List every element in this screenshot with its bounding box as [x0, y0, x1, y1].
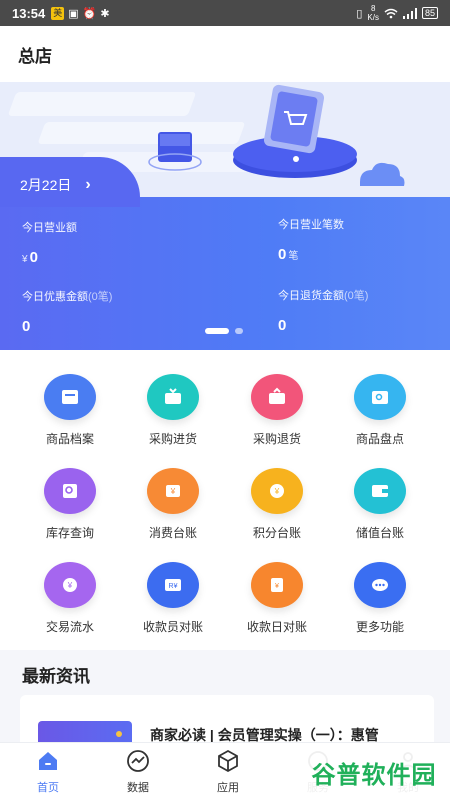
data-chart-icon	[127, 750, 149, 772]
watermark-text: 谷普软件园	[311, 761, 437, 789]
svg-text:¥: ¥	[275, 583, 279, 590]
menu-item-label: 消费台账	[148, 526, 197, 540]
date-label: 2月22日	[20, 177, 72, 193]
carousel-indicator	[205, 328, 243, 334]
consumption-ledger-icon: ¥	[147, 468, 199, 514]
apps-icon	[218, 749, 238, 773]
product-file-icon	[44, 374, 96, 420]
tab-home-label: 首页	[37, 782, 59, 794]
menu-item-label: 商品盘点	[355, 432, 404, 446]
menu-item[interactable]: ¥ 交易流水	[15, 562, 125, 635]
vibrate-icon: ▯	[356, 7, 363, 20]
menu-item-label: 库存查询	[45, 526, 94, 540]
stock-query-icon	[44, 468, 96, 514]
menu-item-label: 采购进货	[148, 432, 197, 446]
menu-item-label: 储值台账	[355, 526, 404, 540]
stat-revenue[interactable]: 今日营业额 ¥ 0	[22, 219, 77, 266]
battery-icon: 85	[421, 7, 438, 19]
top-bar: 总店	[0, 26, 450, 82]
stat-orders-unit: 笔	[288, 251, 299, 262]
banner[interactable]: 2月22日 › 今日营业额 ¥ 0 今日营业笔数 0 笔 今日优惠金额(0笔) …	[0, 82, 450, 350]
menu-item-label: 更多功能	[355, 620, 404, 634]
svg-text:¥: ¥	[274, 487, 280, 496]
stat-refund-value: 0	[278, 317, 287, 334]
alarm-icon: ⏰	[82, 7, 97, 20]
menu-item-label: 商品档案	[45, 432, 94, 446]
menu-item[interactable]: ¥ 收款日对账	[222, 562, 332, 635]
menu-item[interactable]: 采购进货	[118, 374, 228, 447]
status-bar: 13:54 美 ▣ ⏰ ✱ ▯ 8 K/s 85	[0, 0, 450, 26]
carousel-dot[interactable]	[235, 328, 243, 334]
menu-item-label: 交易流水	[45, 620, 94, 634]
menu-item-label: 采购退货	[252, 432, 301, 446]
stat-orders[interactable]: 今日营业笔数 0 笔	[278, 216, 344, 263]
chevron-right-icon: ›	[85, 176, 91, 193]
menu-item[interactable]: 库存查询	[15, 468, 125, 541]
function-grid: 商品档案 采购进货 采购退货 商品盘点库存查询 ¥ 消费台账 ¥ 积分台账 储值台账 ¥ 交易流水 R…	[0, 350, 450, 650]
menu-item-label: 收款员对账	[142, 620, 203, 634]
menu-item-label: 积分台账	[252, 526, 301, 540]
menu-item[interactable]: R¥ 收款员对账	[118, 562, 228, 635]
stat-revenue-value: 0	[29, 249, 38, 266]
status-time: 13:54	[12, 5, 46, 21]
inventory-check-icon	[354, 374, 406, 420]
menu-item[interactable]: 商品档案	[15, 374, 125, 447]
date-selector[interactable]: 2月22日 ›	[20, 175, 91, 195]
svg-text:R¥: R¥	[169, 583, 178, 590]
menu-item[interactable]: 更多功能	[325, 562, 435, 635]
bluetooth-icon: ✱	[100, 7, 110, 20]
more-functions-icon	[354, 562, 406, 608]
stat-discount-value: 0	[22, 318, 31, 335]
transaction-flow-icon: ¥	[44, 562, 96, 608]
stat-discount[interactable]: 今日优惠金额(0笔) 0	[22, 288, 112, 335]
purchase-return-icon	[251, 374, 303, 420]
stat-discount-label: 今日优惠金额	[22, 291, 88, 303]
svg-text:¥: ¥	[67, 581, 73, 590]
cashier-reconcile-icon: R¥	[147, 562, 199, 608]
app-badge-icon: 美	[51, 6, 65, 20]
stat-orders-label: 今日营业笔数	[278, 219, 344, 231]
tab-apps-label: 应用	[217, 782, 239, 794]
home-icon	[39, 752, 57, 770]
menu-item-label: 收款日对账	[246, 620, 307, 634]
signal-icon	[402, 7, 417, 19]
currency-symbol: ¥	[22, 254, 28, 265]
daily-reconcile-icon: ¥	[251, 562, 303, 608]
tab-data-label: 数据	[127, 782, 149, 794]
stored-value-ledger-icon	[354, 468, 406, 514]
carousel-dot[interactable]	[205, 328, 229, 334]
watermark-logo: 谷普软件园	[300, 750, 448, 794]
tab-apps[interactable]: 应用	[198, 749, 258, 795]
stat-discount-count: (0笔)	[88, 291, 113, 303]
svg-text:¥: ¥	[170, 487, 176, 496]
menu-item[interactable]: 采购退货	[222, 374, 332, 447]
net-speed: 8 K/s	[367, 4, 379, 22]
stat-orders-value: 0	[278, 246, 287, 263]
stat-refund[interactable]: 今日退货金额(0笔) 0	[278, 287, 368, 334]
stat-refund-label: 今日退货金额	[278, 290, 344, 302]
menu-item[interactable]: ¥ 消费台账	[118, 468, 228, 541]
tab-home[interactable]: 首页	[18, 749, 78, 795]
menu-item[interactable]: 商品盘点	[325, 374, 435, 447]
news-section-title: 最新资讯	[22, 667, 90, 686]
stat-refund-count: (0笔)	[344, 290, 369, 302]
notification-icon: ▣	[68, 7, 79, 20]
wifi-icon	[384, 8, 398, 18]
purchase-in-icon	[147, 374, 199, 420]
menu-item[interactable]: 储值台账	[325, 468, 435, 541]
points-ledger-icon: ¥	[251, 468, 303, 514]
tab-data[interactable]: 数据	[108, 749, 168, 795]
store-title[interactable]: 总店	[18, 42, 52, 67]
menu-item[interactable]: ¥ 积分台账	[222, 468, 332, 541]
stat-revenue-label: 今日营业额	[22, 222, 77, 234]
